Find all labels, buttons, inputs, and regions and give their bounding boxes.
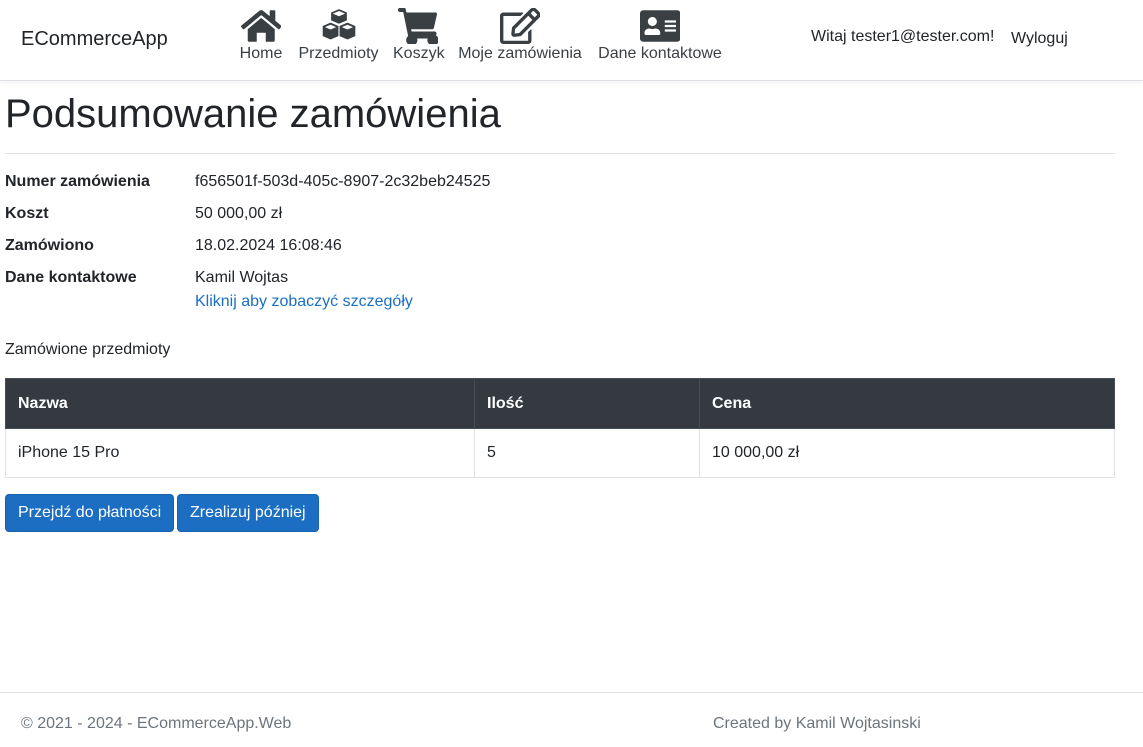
cell-name: iPhone 15 Pro: [5, 428, 475, 478]
navbar: ECommerceApp Home Przedmioty Koszyk Moje…: [0, 0, 1143, 81]
edit-icon: [457, 7, 583, 44]
cubes-icon: [298, 8, 379, 44]
order-number-label: Numer zamówienia: [5, 173, 150, 190]
cost-value: 50 000,00 zł: [195, 205, 283, 222]
contact-name-value: Kamil Wojtas: [195, 269, 289, 286]
column-header-ilosc: Ilość: [474, 378, 700, 429]
column-header-nazwa: Nazwa: [5, 378, 475, 429]
nav-przedmioty-label: Przedmioty: [298, 45, 379, 62]
nav-dane-kontaktowe[interactable]: Dane kontaktowe: [597, 8, 723, 64]
logout-button[interactable]: Wyloguj: [1011, 30, 1068, 48]
nav-przedmioty[interactable]: Przedmioty: [298, 8, 379, 64]
footer-author: Created by Kamil Wojtasinski: [713, 715, 921, 732]
ordered-items-table: Nazwa Ilość Cena iPhone 15 Pro 5 10 000,…: [5, 378, 1115, 478]
shopping-cart-icon: [393, 8, 443, 46]
column-header-cena: Cena: [699, 378, 1115, 429]
nav-koszyk-label: Koszyk: [393, 45, 445, 62]
nav-moje-zamowienia[interactable]: Moje zamówienia: [457, 7, 583, 64]
nav-koszyk[interactable]: Koszyk: [393, 8, 445, 64]
home-icon: [238, 8, 284, 44]
footer-copyright: © 2021 - 2024 - ECommerceApp.Web: [21, 715, 292, 732]
cost-label: Koszt: [5, 205, 49, 222]
contact-label: Dane kontaktowe: [5, 269, 137, 286]
nav-dane-kontaktowe-label: Dane kontaktowe: [598, 45, 722, 62]
cell-quantity: 5: [474, 428, 700, 478]
divider: [5, 153, 1115, 154]
nav-home-label: Home: [239, 45, 283, 62]
page-title: Podsumowanie zamówienia: [5, 92, 501, 136]
ordered-items-heading: Zamówione przedmioty: [5, 341, 171, 358]
complete-later-button[interactable]: Zrealizuj później: [177, 494, 319, 532]
nav-moje-zamowienia-label: Moje zamówienia: [458, 45, 582, 62]
order-number-value: f656501f-503d-405c-8907-2c32beb24525: [195, 173, 491, 190]
table-row: iPhone 15 Pro 5 10 000,00 zł: [5, 428, 1115, 478]
user-greeting-link[interactable]: Witaj tester1@tester.com!: [811, 28, 994, 46]
ordered-date-label: Zamówiono: [5, 237, 94, 254]
pay-button[interactable]: Przejdź do płatności: [5, 494, 175, 532]
contact-details-link[interactable]: Kliknij aby zobaczyć szczegóły: [195, 293, 413, 311]
footer: © 2021 - 2024 - ECommerceApp.Web Created…: [0, 692, 1143, 747]
ordered-date-value: 18.02.2024 16:08:46: [195, 237, 342, 254]
address-card-icon: [597, 8, 723, 44]
brand-link[interactable]: ECommerceApp: [21, 28, 168, 51]
nav-home[interactable]: Home: [238, 8, 284, 64]
table-header-row: Nazwa Ilość Cena: [5, 378, 1115, 429]
cell-price: 10 000,00 zł: [699, 428, 1115, 478]
